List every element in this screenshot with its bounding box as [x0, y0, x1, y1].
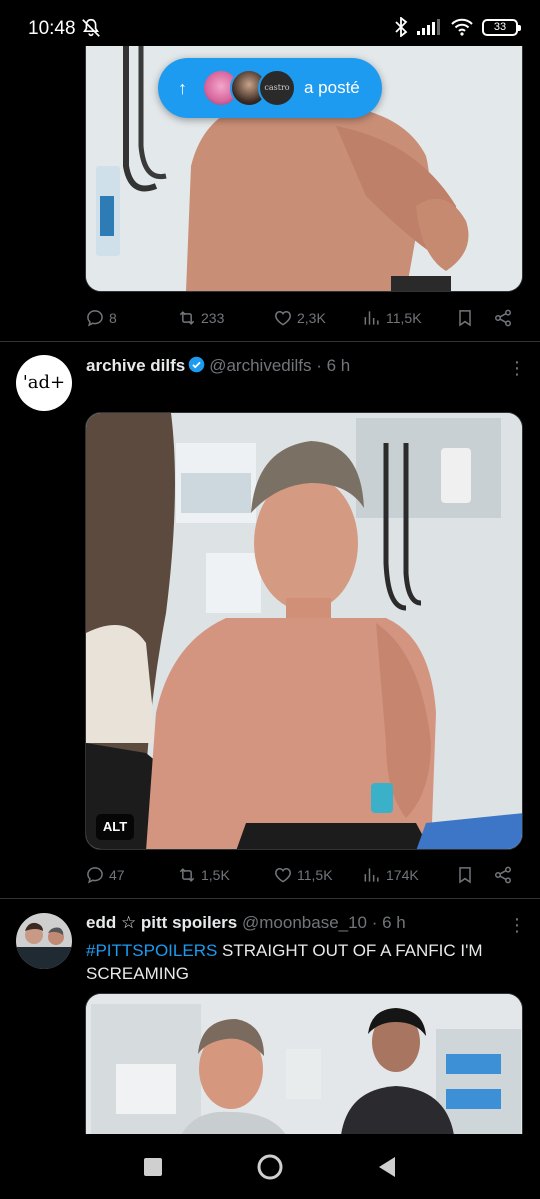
author-handle[interactable]: @archivedilfs [209, 356, 311, 375]
retweet-count: 1,5K [201, 867, 230, 883]
analytics-icon [364, 311, 379, 325]
tweet3-photo [86, 994, 522, 1134]
post-time: · 6 h [316, 356, 351, 375]
views-button[interactable]: 11,5K [362, 308, 422, 328]
like-count: 11,5K [297, 867, 333, 883]
status-bar: 10:48 33 [0, 0, 540, 46]
tweet3-header: edd ☆ pitt spoilers @moonbase_10 · 6 h [86, 913, 406, 933]
author-name[interactable]: archive dilfs [86, 356, 185, 375]
wifi-icon [451, 18, 473, 36]
share-button[interactable] [493, 308, 513, 328]
retweet-button[interactable]: 233 [177, 308, 224, 328]
reply-count: 47 [109, 867, 125, 883]
author-name[interactable]: edd ☆ pitt spoilers [86, 913, 237, 932]
bookmark-button[interactable] [455, 308, 475, 328]
bookmark-button[interactable] [455, 865, 475, 885]
like-button[interactable]: 2,3K [273, 308, 326, 328]
like-button[interactable]: 11,5K [273, 865, 333, 885]
avatar-photo [16, 913, 72, 969]
retweet-count: 233 [201, 310, 225, 326]
views-count: 11,5K [386, 310, 422, 326]
post-time: · 6 h [371, 913, 406, 932]
bookmark-icon [459, 310, 471, 327]
system-nav-bar [0, 1134, 540, 1199]
reply-icon [87, 867, 103, 884]
tweet2-photo [86, 413, 522, 849]
more-options-icon[interactable]: ⋮ [508, 915, 526, 935]
avatar[interactable] [16, 913, 72, 969]
back-button[interactable] [372, 1152, 402, 1182]
divider [0, 898, 540, 899]
heart-icon [275, 310, 291, 326]
bluetooth-icon [395, 17, 408, 37]
tweet-text: #PITTSPOILERS STRAIGHT OUT OF A FANFIC I… [86, 939, 516, 985]
battery-icon: 33 [482, 18, 521, 36]
reply-icon [87, 310, 103, 327]
retweet-button[interactable]: 1,5K [177, 865, 230, 885]
reply-button[interactable]: 8 [85, 308, 117, 328]
tweet1-actions: 8 233 2,3K 11,5K [85, 303, 523, 333]
posted-avatars: castro [202, 69, 298, 107]
notifications-muted-icon [82, 18, 100, 37]
alt-text-button[interactable]: ALT [96, 814, 134, 840]
like-count: 2,3K [297, 310, 326, 326]
arrow-up-icon: ↑ [178, 77, 187, 98]
author-handle[interactable]: @moonbase_10 [242, 913, 367, 932]
recents-button[interactable] [138, 1152, 168, 1182]
share-icon [494, 309, 512, 327]
bookmark-icon [459, 867, 471, 884]
divider [0, 341, 540, 342]
tweet2-header: archive dilfs @archivedilfs · 6 h [86, 356, 350, 376]
signal-icon [417, 19, 440, 35]
retweet-icon [179, 868, 195, 882]
tweet2-media[interactable] [85, 412, 523, 850]
tweet3-media[interactable] [85, 993, 523, 1134]
hashtag-link[interactable]: #PITTSPOILERS [86, 941, 217, 960]
new-posts-pill[interactable]: ↑ castro a posté [158, 58, 382, 118]
avatar-logo-text: 'ad+ [22, 372, 66, 393]
home-button[interactable] [255, 1152, 285, 1182]
more-options-icon[interactable]: ⋮ [508, 358, 526, 378]
share-button[interactable] [493, 865, 513, 885]
tweet2-actions: 47 1,5K 11,5K 174K [85, 860, 523, 890]
avatar[interactable]: 'ad+ [16, 355, 72, 411]
analytics-icon [364, 868, 379, 882]
views-count: 174K [386, 867, 419, 883]
posted-label: a posté [304, 78, 360, 97]
avatar: castro [258, 69, 296, 107]
views-button[interactable]: 174K [362, 865, 419, 885]
share-icon [494, 866, 512, 884]
reply-button[interactable]: 47 [85, 865, 125, 885]
verified-badge-icon [188, 356, 205, 373]
reply-count: 8 [109, 310, 117, 326]
heart-icon [275, 867, 291, 883]
status-time: 10:48 [28, 18, 76, 39]
retweet-icon [179, 311, 195, 325]
